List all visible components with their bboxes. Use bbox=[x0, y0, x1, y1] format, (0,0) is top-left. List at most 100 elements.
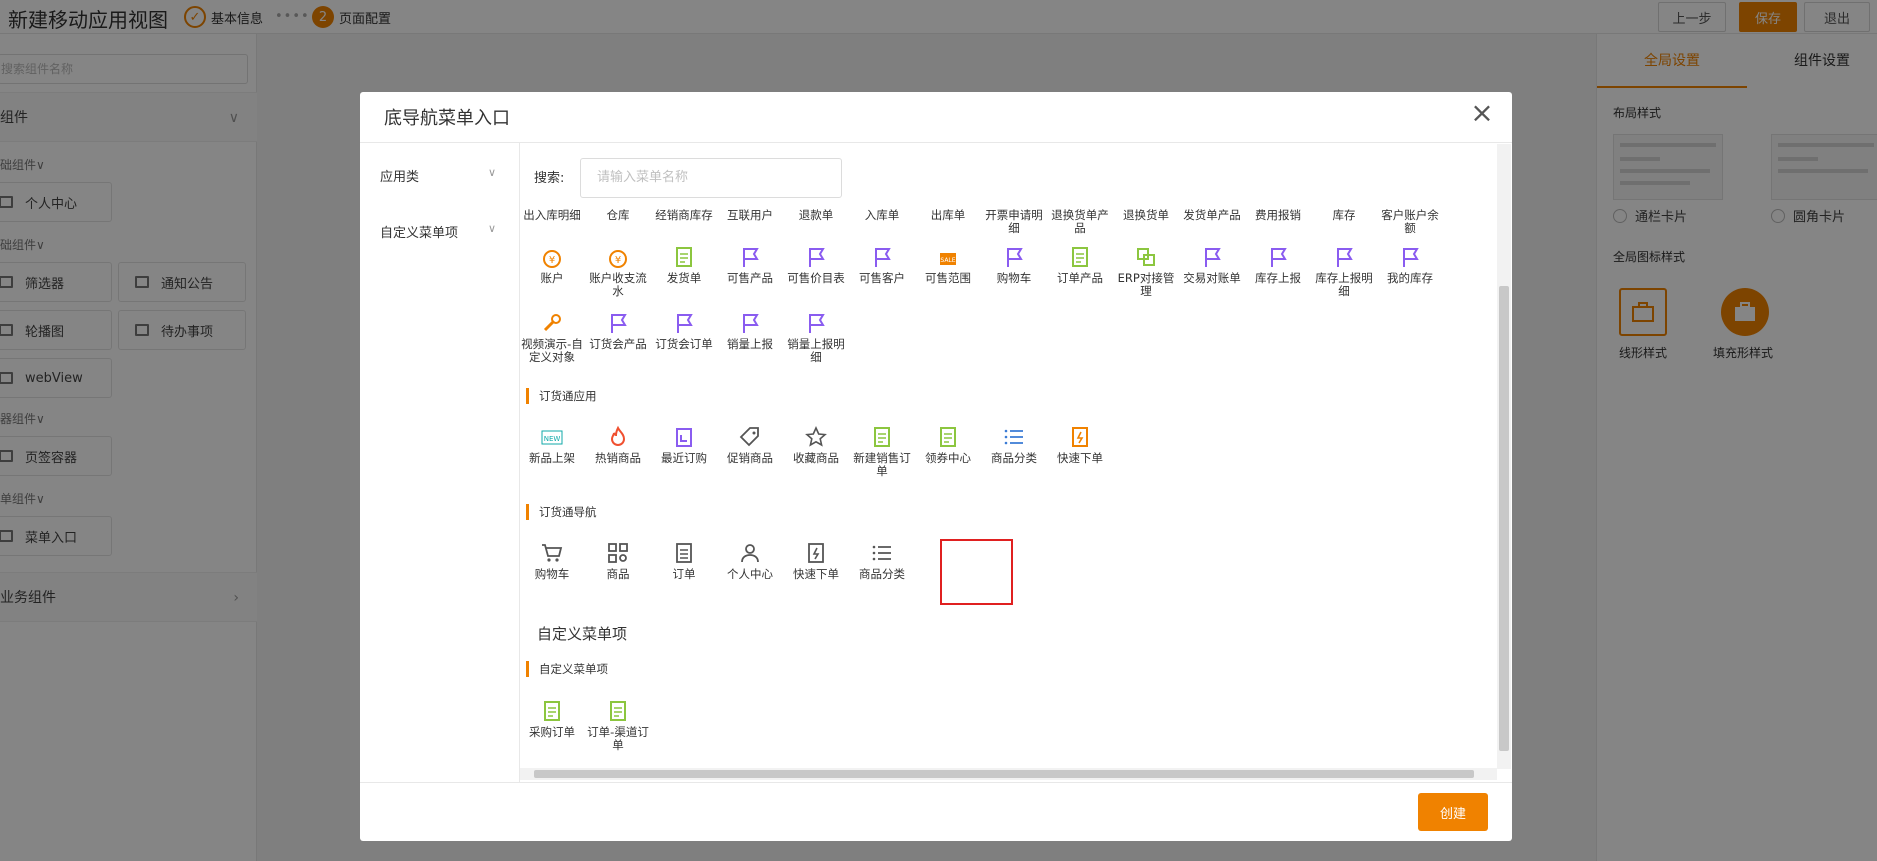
menu-item-label: 订单产品 bbox=[1057, 271, 1103, 285]
close-icon[interactable]: × bbox=[1470, 99, 1494, 127]
menu-item[interactable]: 购物车 bbox=[981, 245, 1047, 285]
menu-item[interactable]: 入库单 bbox=[849, 209, 915, 222]
menu-item-label: 销量上报明细 bbox=[787, 337, 845, 364]
menu-item-label: 快速下单 bbox=[1057, 451, 1103, 465]
menu-item[interactable]: 我的库存 bbox=[1377, 245, 1443, 285]
menu-item-label: 账户收支流水 bbox=[589, 271, 647, 298]
svg-text:¥: ¥ bbox=[549, 255, 555, 266]
menu-item[interactable]: 开票申请明细 bbox=[981, 209, 1047, 235]
menu-item[interactable]: 购物车 bbox=[520, 541, 585, 581]
menu-item[interactable]: 订货会订单 bbox=[651, 311, 717, 351]
flag-icon bbox=[611, 314, 627, 333]
menu-item[interactable]: 退换货单产品 bbox=[1047, 209, 1113, 235]
menu-item[interactable]: 最近订购 bbox=[651, 425, 717, 465]
menu-item[interactable]: 收藏商品 bbox=[783, 425, 849, 465]
flag-icon bbox=[743, 248, 759, 267]
menu-item[interactable]: 出入库明细 bbox=[520, 209, 585, 222]
section-header: 订货通导航 bbox=[526, 504, 597, 520]
menu-item-label: 最近订购 bbox=[661, 451, 707, 465]
menu-item[interactable]: 发货单产品 bbox=[1179, 209, 1245, 222]
menu-item[interactable]: NEW 新品上架 bbox=[520, 425, 585, 465]
menu-item-label: 退换货单产品 bbox=[1051, 208, 1109, 235]
menu-item[interactable]: 商品 bbox=[585, 541, 651, 581]
menu-item[interactable]: 销量上报 bbox=[717, 311, 783, 351]
menu-item[interactable]: 个人中心 bbox=[717, 541, 783, 581]
menu-item[interactable]: 快速下单 bbox=[1047, 425, 1113, 465]
menu-item[interactable]: 可售产品 bbox=[717, 245, 783, 285]
menu-item-label: 快速下单 bbox=[793, 567, 839, 581]
document-icon bbox=[544, 701, 560, 721]
user-icon bbox=[741, 544, 759, 563]
menu-item[interactable]: 交易对账单 bbox=[1179, 245, 1245, 285]
order-icon bbox=[676, 543, 692, 563]
list-icon bbox=[1004, 429, 1023, 445]
dialog-title: 底导航菜单入口 bbox=[384, 108, 510, 129]
menu-item[interactable]: 退款单 bbox=[783, 209, 849, 222]
menu-item[interactable]: 费用报销 bbox=[1245, 209, 1311, 222]
menu-item[interactable]: 销量上报明细 bbox=[783, 311, 849, 364]
menu-item[interactable]: 快速下单 bbox=[783, 541, 849, 581]
menu-item-label: 订货会产品 bbox=[589, 337, 647, 351]
menu-item[interactable]: 经销商库存 bbox=[651, 209, 717, 222]
menu-item[interactable]: ERP对接管理 bbox=[1113, 245, 1179, 298]
menu-item[interactable]: 促销商品 bbox=[717, 425, 783, 465]
wrench-icon bbox=[543, 314, 561, 332]
category-label: 自定义菜单项 bbox=[380, 226, 459, 241]
menu-item[interactable]: ¥ 账户收支流水 bbox=[585, 245, 651, 298]
menu-item-label: ERP对接管理 bbox=[1117, 271, 1175, 298]
menu-item[interactable]: 热销商品 bbox=[585, 425, 651, 465]
divider bbox=[360, 782, 1512, 783]
menu-item-label: 商品分类 bbox=[991, 451, 1037, 465]
menu-item-label: 出入库明细 bbox=[523, 208, 581, 222]
category-custom[interactable]: 自定义菜单项 ∨ bbox=[380, 222, 496, 241]
menu-item[interactable]: 库存上报 bbox=[1245, 245, 1311, 285]
menu-item[interactable]: 发货单 bbox=[651, 245, 717, 285]
menu-item[interactable]: 领券中心 bbox=[915, 425, 981, 465]
menu-item[interactable]: 客户账户余额 bbox=[1377, 209, 1443, 235]
create-button[interactable]: 创建 bbox=[1418, 793, 1488, 831]
flag-icon bbox=[809, 248, 825, 267]
menu-item-label: 可售客户 bbox=[859, 271, 905, 285]
menu-item-label: 购物车 bbox=[534, 567, 570, 581]
menu-item[interactable]: 采购订单 bbox=[520, 699, 585, 739]
document-icon bbox=[940, 427, 956, 447]
menu-item[interactable]: 互联用户 bbox=[717, 209, 783, 222]
menu-item[interactable]: 可售价目表 bbox=[783, 245, 849, 285]
menu-item-label: 互联用户 bbox=[727, 208, 773, 222]
menu-item[interactable]: 退换货单 bbox=[1113, 209, 1179, 222]
menu-item[interactable]: 商品分类 bbox=[981, 425, 1047, 465]
menu-item[interactable]: 出库单 bbox=[915, 209, 981, 222]
category-app[interactable]: 应用类 ∨ bbox=[380, 166, 496, 185]
menu-list: 搜索: 请输入菜单名称 订货通应用 订货通导航 自定义菜单项 自定义菜单项 出入… bbox=[520, 143, 1495, 768]
menu-item[interactable]: 订单 bbox=[651, 541, 717, 581]
menu-item-label: 订单 bbox=[672, 567, 696, 581]
menu-item[interactable]: 库存 bbox=[1311, 209, 1377, 222]
menu-item-label: 出库单 bbox=[930, 208, 966, 222]
menu-item[interactable]: 可售客户 bbox=[849, 245, 915, 285]
quick-order-icon bbox=[808, 543, 824, 563]
wallet-icon: ¥ bbox=[543, 250, 561, 268]
menu-item[interactable]: 订单-渠道订单 bbox=[585, 699, 651, 752]
menu-item[interactable]: 新建销售订单 bbox=[849, 425, 915, 478]
menu-item[interactable]: 订货会产品 bbox=[585, 311, 651, 351]
horizontal-scrollbar[interactable] bbox=[520, 768, 1497, 780]
menu-item[interactable]: 库存上报明细 bbox=[1311, 245, 1377, 298]
menu-item-label: 可售产品 bbox=[727, 271, 773, 285]
menu-search-input[interactable]: 请输入菜单名称 bbox=[580, 158, 842, 198]
menu-item-label: 收藏商品 bbox=[793, 451, 839, 465]
menu-item[interactable]: 视频演示-自定义对象 bbox=[520, 311, 585, 364]
menu-item-label: 销量上报 bbox=[727, 337, 773, 351]
menu-item[interactable]: 订单产品 bbox=[1047, 245, 1113, 285]
menu-item[interactable]: 仓库 bbox=[585, 209, 651, 222]
menu-item[interactable]: 商品分类 bbox=[849, 541, 915, 581]
menu-item[interactable]: ¥ 账户 bbox=[520, 245, 585, 285]
menu-item-label: 商品分类 bbox=[859, 567, 905, 581]
scroll-thumb[interactable] bbox=[1499, 286, 1509, 751]
menu-item[interactable]: SALE 可售范围 bbox=[915, 245, 981, 285]
menu-item-label: 退款单 bbox=[798, 208, 834, 222]
fire-icon bbox=[610, 425, 626, 446]
menu-entry-dialog: 底导航菜单入口 × 应用类 ∨ 自定义菜单项 ∨ 搜索: 请输入菜单名称 订货通应用… bbox=[360, 92, 1512, 841]
vertical-scrollbar[interactable] bbox=[1497, 144, 1511, 769]
menu-item-label: 新品上架 bbox=[529, 451, 575, 465]
scroll-thumb[interactable] bbox=[534, 770, 1474, 778]
